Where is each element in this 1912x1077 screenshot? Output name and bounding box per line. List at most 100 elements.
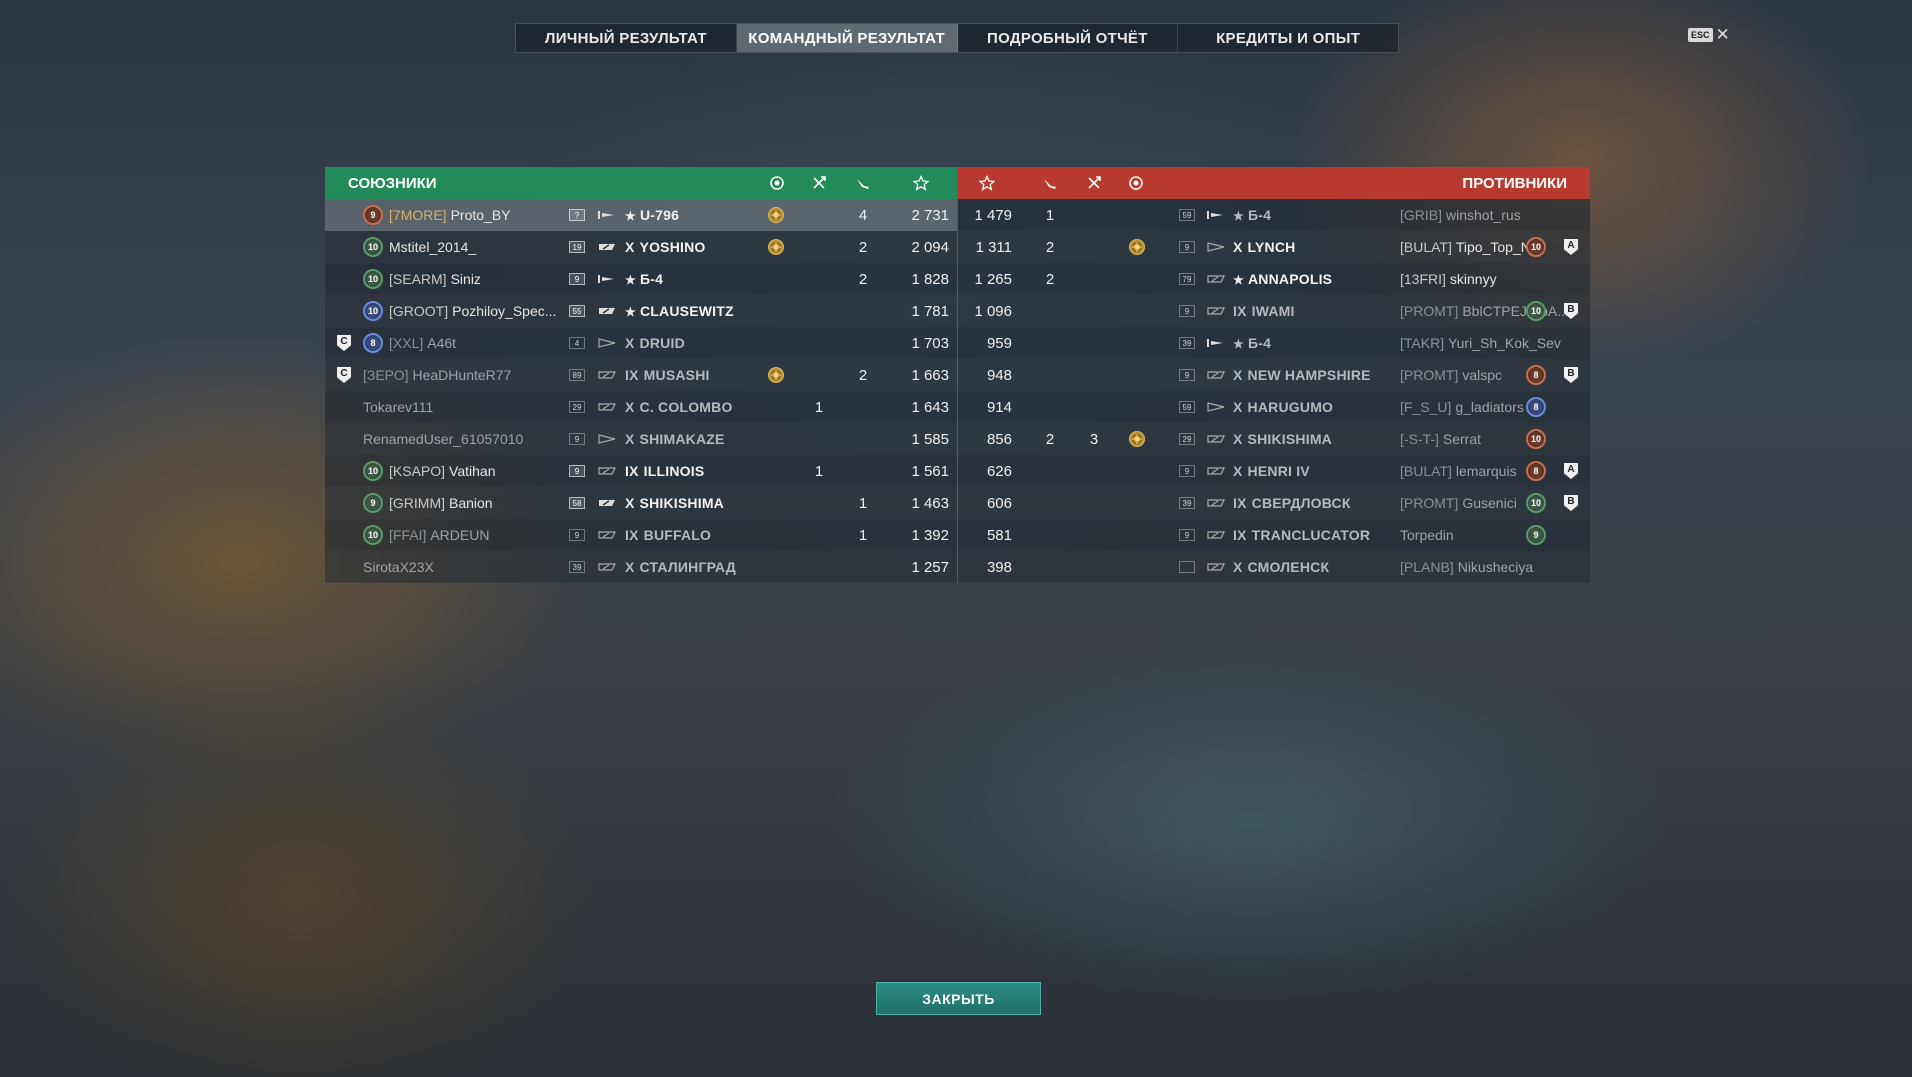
ship-name[interactable]: X SHIMAKAZE	[625, 431, 725, 447]
player-name[interactable]: [F_S_U] g_ladiators	[1400, 399, 1524, 415]
enemy-player-row[interactable]: 606 39 IX СВЕРДЛОВСК [PROMT] Gusenici 10 B	[957, 487, 1590, 519]
star-icon: ★	[625, 209, 636, 223]
enemy-player-row[interactable]: 1 265 2 79 ★ ANNAPOLIS [13FRI] skinnyy	[957, 263, 1590, 295]
ship-cell: X СТАЛИНГРАД	[625, 551, 795, 583]
account-level-badge: 58	[569, 497, 585, 509]
player-name[interactable]: [ЗЕРО] HeaDHunteR77	[363, 367, 511, 383]
player-name[interactable]: Tokarev111	[363, 399, 433, 415]
ally-player-row[interactable]: 10 [FFAI] ARDEUN 9 IX BUFFALO 1 1 392	[325, 519, 957, 551]
ship-name[interactable]: X SHIKISHIMA	[625, 495, 724, 511]
player-name[interactable]: [PROMT] valspc	[1400, 367, 1502, 383]
player-name[interactable]: Mstitel_2014_	[389, 239, 476, 255]
enemy-player-row[interactable]: 914 59 X HARUGUMO [F_S_U] g_ladiators 8	[957, 391, 1590, 423]
player-name[interactable]: [GRIMM] Banion	[389, 495, 493, 511]
ship-name[interactable]: X СМОЛЕНСК	[1233, 559, 1329, 575]
ship-name[interactable]: IX TRANCLUCATOR	[1233, 527, 1370, 543]
player-name[interactable]: [XXL] A46t	[389, 335, 456, 351]
enemy-player-row[interactable]: 948 9 X NEW HAMPSHIRE [PROMT] valspc 8 B	[957, 359, 1590, 391]
player-name[interactable]: [KSAPO] Vatihan	[389, 463, 495, 479]
enemy-player-row[interactable]: 959 39 ★ Б-4 [TAKR] Yuri_Sh_Kok_Sev	[957, 327, 1590, 359]
ship-name[interactable]: X DRUID	[625, 335, 685, 351]
player-name[interactable]: [GROOT] Pozhiloy_Spec...	[389, 303, 556, 319]
ship-name[interactable]: X LYNCH	[1233, 239, 1295, 255]
medal-cell	[761, 231, 791, 263]
player-name[interactable]: [-S-T-] Serrat	[1400, 431, 1481, 447]
ship-name[interactable]: IX IWAMI	[1233, 303, 1295, 319]
tab-team-result[interactable]: КОМАНДНЫЙ РЕЗУЛЬТАТ	[736, 24, 958, 52]
ship-name[interactable]: ★ Б-4	[625, 271, 663, 287]
player-cell: [SEARM] Siniz	[389, 263, 589, 295]
ship-name[interactable]: X HENRI IV	[1233, 463, 1310, 479]
ship-name[interactable]: ★ Б-4	[1233, 207, 1271, 223]
table-row: 9 [7MORE] Proto_BY? ★ U-796 4 2 731 1 479 1 59 ★ Б-…	[325, 199, 1590, 231]
player-name[interactable]: Torpedin	[1400, 527, 1454, 543]
kills-count	[1035, 391, 1065, 423]
ship-name[interactable]: IX СВЕРДЛОВСК	[1233, 495, 1351, 511]
ally-player-row[interactable]: 10 [KSAPO] Vatihan 9 IX ILLINOIS 1 1 561	[325, 455, 957, 487]
enemy-player-row[interactable]: 626 9 X HENRI IV [BULAT] lemarquis 8 A	[957, 455, 1590, 487]
player-cell: [GRIB] winshot_rus	[1400, 199, 1550, 231]
clan-tag: [KSAPO]	[389, 463, 446, 479]
planes-destroyed	[805, 359, 833, 391]
player-name[interactable]: [13FRI] skinnyy	[1400, 271, 1497, 287]
ship-name[interactable]: IX ILLINOIS	[625, 463, 704, 479]
clan-tag: [PROMT]	[1400, 495, 1459, 511]
enemy-player-row[interactable]: 1 311 2 9 X LYNCH [BULAT] Tipo_Top_Nik 10 A	[957, 231, 1590, 263]
close-button[interactable]: ЗАКРЫТЬ	[876, 982, 1041, 1015]
enemy-player-row[interactable]: 1 479 1 59 ★ Б-4 [GRIB] winshot_rus	[957, 199, 1590, 231]
ally-player-row[interactable]: SirotaX23X 39 X СТАЛИНГРАД 1 257	[325, 551, 957, 583]
experience-star-icon	[978, 174, 996, 191]
ally-player-row[interactable]: RenamedUser_61057010 9 X SHIMAKAZE 1 585	[325, 423, 957, 455]
tab-detailed-report[interactable]: ПОДРОБНЫЙ ОТЧЁТ	[958, 24, 1179, 52]
player-name[interactable]: [BULAT] Tipo_Top_Nik	[1400, 239, 1541, 255]
ship-name[interactable]: X C. COLOMBO	[625, 399, 733, 415]
player-name[interactable]: [SEARM] Siniz	[389, 271, 481, 287]
ship-name[interactable]: ★ U-796	[625, 207, 679, 223]
player-name[interactable]: [GRIB] winshot_rus	[1400, 207, 1521, 223]
player-nickname: Vatihan	[449, 463, 496, 479]
rank-badge: 8	[1526, 397, 1546, 417]
ally-player-row[interactable]: 9 [GRIMM] Banion 58 X SHIKISHIMA 1 1 463	[325, 487, 957, 519]
ship-class-cell	[597, 423, 619, 455]
ally-player-row[interactable]: 10 [SEARM] Siniz 9 ★ Б-4 2 1 828	[325, 263, 957, 295]
ship-class-cell	[1206, 391, 1228, 423]
ship-title: СВЕРДЛОВСК	[1251, 495, 1351, 511]
ally-player-row[interactable]: Tokarev111 29 X C. COLOMBO 1 1 643	[325, 391, 957, 423]
enemy-player-row[interactable]: 1 096 9 IX IWAMI [PROMT] BblCTPEJIBbA... 10 B	[957, 295, 1590, 327]
player-name[interactable]: RenamedUser_61057010	[363, 431, 523, 447]
ship-name[interactable]: X NEW HAMPSHIRE	[1233, 367, 1371, 383]
enemy-player-row[interactable]: 856 2 3 29 X SHIKISHIMA [-S-T-] Serrat 10	[957, 423, 1590, 455]
ship-name[interactable]: X SHIKISHIMA	[1233, 431, 1332, 447]
ship-name[interactable]: ★ CLAUSEWITZ	[625, 303, 734, 319]
tab-credits-experience[interactable]: КРЕДИТЫ И ОПЫТ	[1178, 24, 1398, 52]
account-level-badge: 9	[569, 433, 585, 445]
esc-close-button[interactable]: ESC ✕	[1688, 26, 1730, 43]
tab-personal-result[interactable]: ЛИЧНЫЙ РЕЗУЛЬТАТ	[516, 24, 737, 52]
player-name[interactable]: [TAKR] Yuri_Sh_Kok_Sev	[1400, 335, 1561, 351]
player-name[interactable]: [BULAT] lemarquis	[1400, 463, 1517, 479]
player-nickname: Tokarev111	[363, 399, 434, 415]
ship-name[interactable]: ★ ANNAPOLIS	[1233, 271, 1332, 287]
player-name[interactable]: [PROMT] Gusenici	[1400, 495, 1517, 511]
ship-name[interactable]: X YOSHINO	[625, 239, 706, 255]
ship-name[interactable]: ★ Б-4	[1233, 335, 1271, 351]
player-name[interactable]: SirotaX23X	[363, 559, 434, 575]
enemy-player-row[interactable]: 581 9 IX TRANCLUCATOR Torpedin 9	[957, 519, 1590, 551]
player-name[interactable]: [FFAI] ARDEUN	[389, 527, 489, 543]
ship-name[interactable]: X HARUGUMO	[1233, 399, 1333, 415]
ship-name[interactable]: X СТАЛИНГРАД	[625, 559, 736, 575]
ship-name[interactable]: IX MUSASHI	[625, 367, 710, 383]
ally-player-row[interactable]: C [ЗЕРО] HeaDHunteR77 89 IX MUSASHI 2 1 663	[325, 359, 957, 391]
ally-player-row[interactable]: C 8 [XXL] A46t 4 X DRUID 1 703	[325, 327, 957, 359]
battleship-class-icon	[597, 367, 617, 383]
ship-cell: IX СВЕРДЛОВСК	[1233, 487, 1393, 519]
ally-player-row[interactable]: 10 [GROOT] Pozhiloy_Spec... 55 ★ CLAUSEWITZ 1 …	[325, 295, 957, 327]
enemy-player-row[interactable]: 398 X СМОЛЕНСК [PLANB] Nikusheciya	[957, 551, 1590, 583]
ship-name[interactable]: IX BUFFALO	[625, 527, 711, 543]
player-name[interactable]: [7MORE] Proto_BY	[389, 207, 511, 223]
player-name[interactable]: [PLANB] Nikusheciya	[1400, 559, 1533, 575]
kills-count	[1035, 327, 1065, 359]
ally-player-row[interactable]: 10 Mstitel_2014_ 19 X YOSHINO 2 2 094	[325, 231, 957, 263]
rank-badge: 10	[363, 301, 383, 321]
ally-player-row[interactable]: 9 [7MORE] Proto_BY? ★ U-796 4 2 731	[325, 199, 957, 231]
